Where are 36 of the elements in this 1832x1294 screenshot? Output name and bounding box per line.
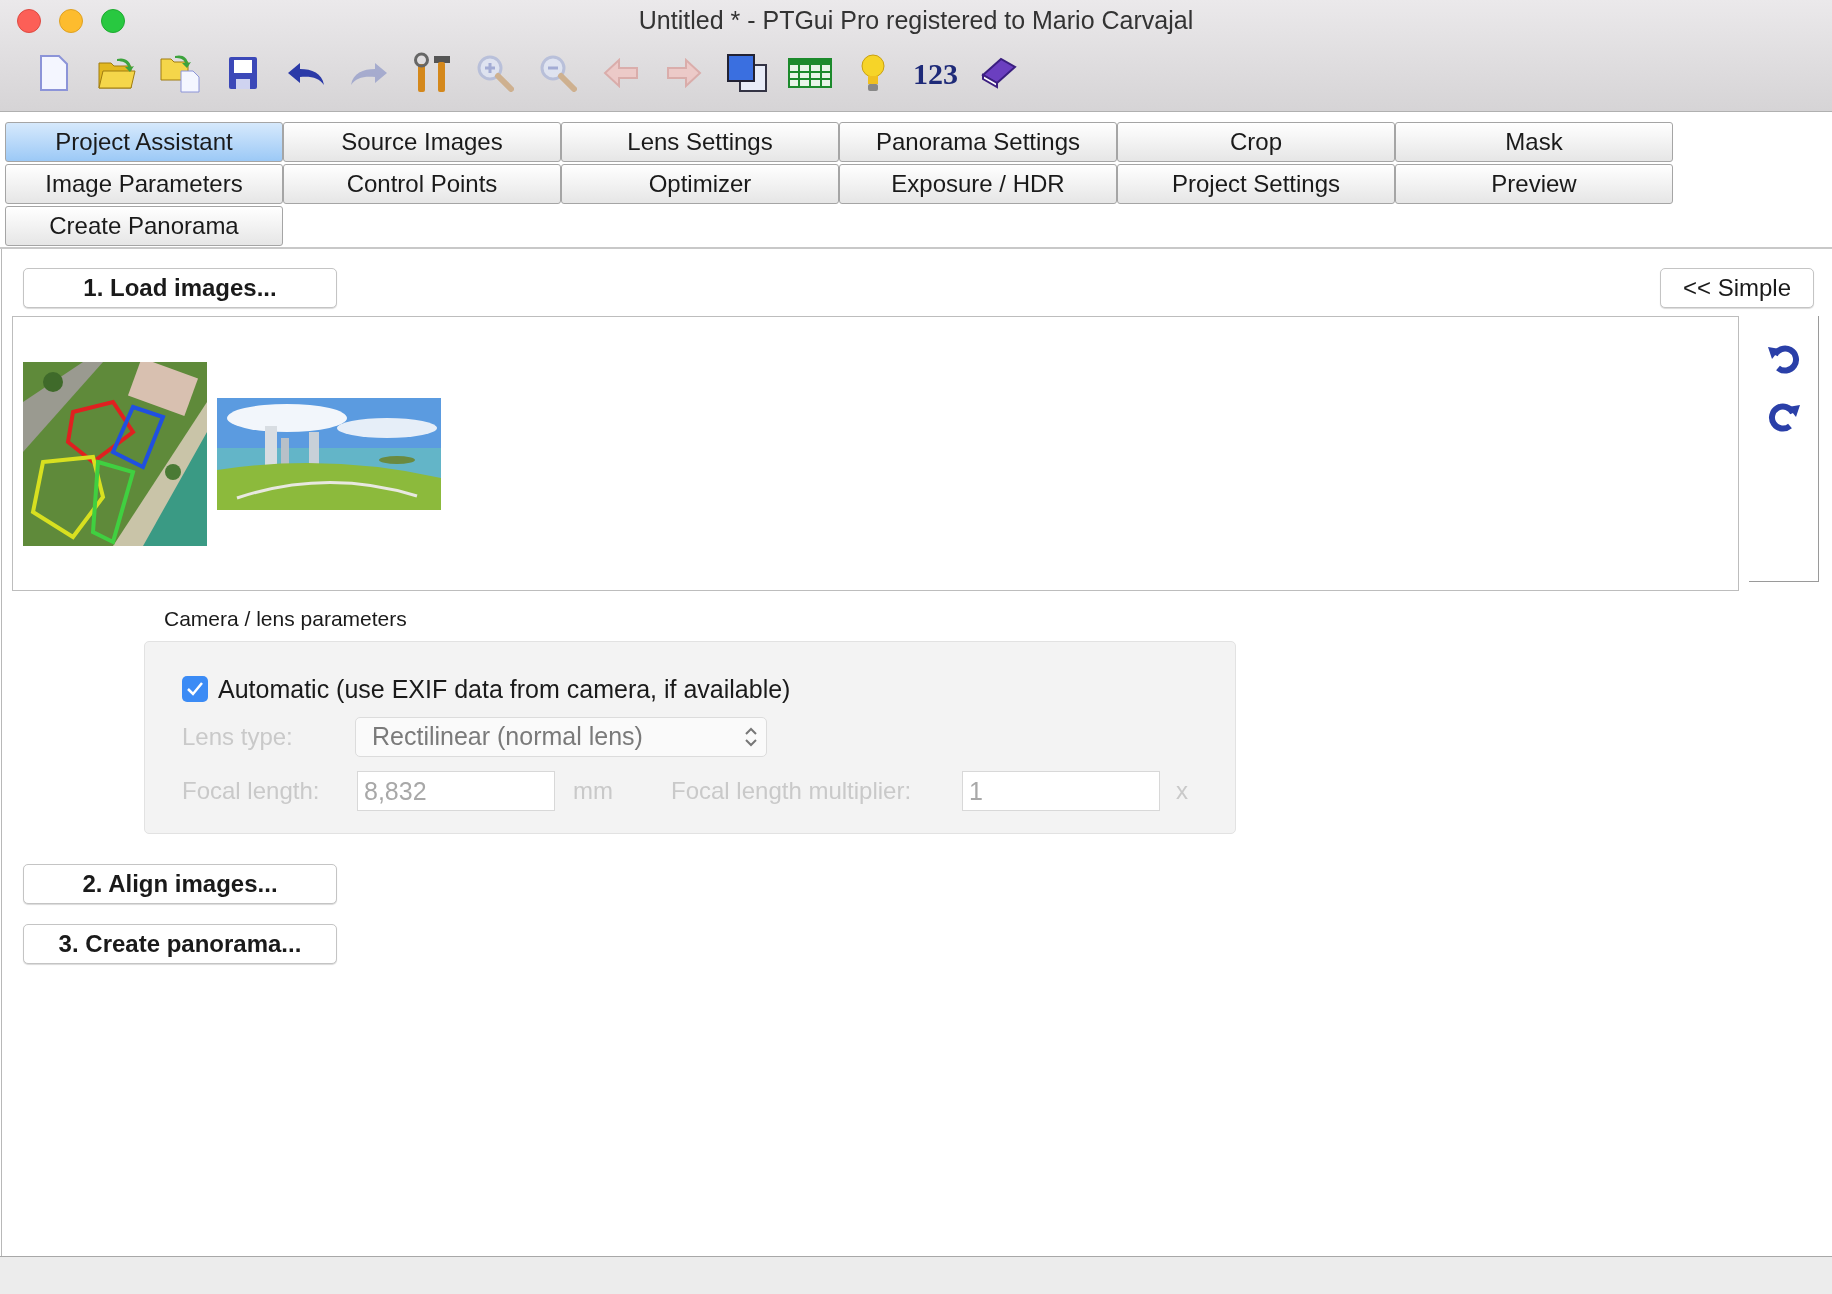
load-images-button[interactable]: 1. Load images... [23, 268, 337, 308]
new-document-icon [38, 54, 69, 92]
tab[interactable]: Preview [1395, 164, 1673, 204]
left-arrow-icon [602, 58, 639, 88]
folder-document-icon [158, 53, 201, 93]
tab[interactable]: Lens Settings [561, 122, 839, 162]
tab[interactable]: Source Images [283, 122, 561, 162]
tab[interactable]: Optimizer [561, 164, 839, 204]
tab[interactable]: Image Parameters [5, 164, 283, 204]
tab[interactable]: Project Assistant [5, 122, 283, 162]
tab[interactable]: Project Settings [1117, 164, 1395, 204]
tools-icon [411, 52, 452, 94]
numbers-button[interactable]: 123 [904, 45, 967, 101]
light-bulb-icon [858, 53, 887, 93]
group-title: Camera / lens parameters [164, 607, 407, 630]
close-window-button[interactable] [17, 9, 41, 33]
check-icon [186, 681, 204, 698]
minimize-window-button[interactable] [59, 9, 83, 33]
tab[interactable]: Control Points [283, 164, 561, 204]
right-arrow-icon [665, 58, 702, 88]
window-title: Untitled * - PTGui Pro registered to Mario Carvajal [638, 5, 1194, 37]
maximize-window-button[interactable] [101, 9, 125, 33]
table-icon [787, 58, 832, 88]
tab[interactable]: Create Panorama [5, 206, 283, 246]
tab[interactable]: Crop [1117, 122, 1395, 162]
tab[interactable]: Mask [1395, 122, 1673, 162]
folder-icon [96, 55, 137, 91]
checkbox-label: Automatic (use EXIF data from camera, if available) [218, 673, 791, 705]
tab[interactable]: Exposure / HDR [839, 164, 1117, 204]
tab[interactable]: Panorama Settings [839, 122, 1117, 162]
simple-mode-button[interactable]: << Simple [1659, 268, 1814, 308]
overlapping-windows-icon [725, 53, 768, 93]
step-button[interactable]: 2. Align images... [23, 863, 337, 904]
checkbox[interactable] [182, 676, 208, 703]
step-button[interactable]: 3. Create panorama... [23, 923, 337, 964]
chevron-updown-icon [744, 726, 758, 748]
